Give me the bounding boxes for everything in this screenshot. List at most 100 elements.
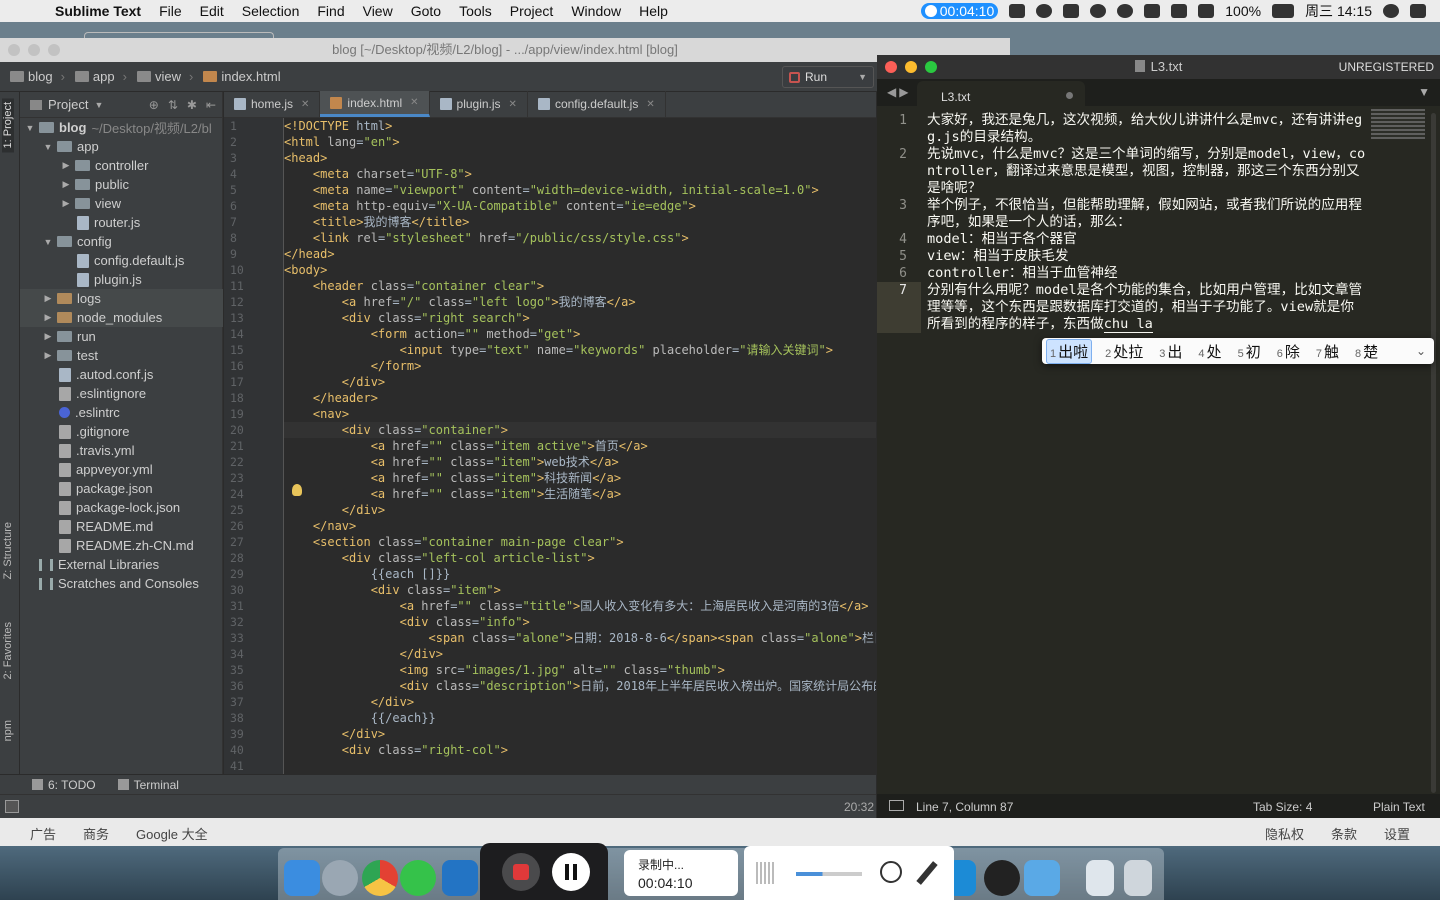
chevron-right-icon[interactable]: ▶	[42, 350, 54, 361]
code-line[interactable]: <div class="right-col">	[284, 742, 876, 758]
tree-item[interactable]: package.json	[20, 479, 223, 498]
menu-find[interactable]: Find	[308, 3, 353, 19]
text-line[interactable]: 先说mvc，什么是mvc？这是三个单词的缩写，分别是model，view，con…	[927, 146, 1367, 197]
code-line[interactable]: </div>	[284, 694, 876, 710]
ime-candidate[interactable]: 8楚	[1352, 340, 1381, 363]
code-line[interactable]: <div class="item">	[284, 582, 876, 598]
code-line[interactable]: </div>	[284, 502, 876, 518]
code-line[interactable]: <body>	[284, 262, 876, 278]
hide-panel-icon[interactable]: ⇤	[206, 98, 216, 112]
input-method-icon[interactable]	[1144, 4, 1161, 18]
chevron-right-icon[interactable]: ▶	[42, 312, 54, 323]
code-line[interactable]: <a href="" class="item">web技术</a>	[284, 454, 876, 470]
code-line[interactable]: <head>	[284, 150, 876, 166]
tree-item[interactable]: ▶ controller	[20, 156, 223, 175]
ide-zoom-button[interactable]	[48, 44, 60, 56]
ide-minimize-button[interactable]	[28, 44, 40, 56]
ide-close-button[interactable]	[8, 44, 20, 56]
sublime-close-button[interactable]	[885, 61, 897, 73]
code-line[interactable]: </head>	[284, 246, 876, 262]
documents-icon[interactable]	[1086, 860, 1114, 896]
code-line[interactable]: </header>	[284, 390, 876, 406]
tree-item[interactable]: README.md	[20, 517, 223, 536]
breadcrumb-index-html[interactable]: index.html	[203, 69, 281, 84]
code-line[interactable]: <img src="images/1.jpg" alt="" class="th…	[284, 662, 876, 678]
code-line[interactable]: <form action="" method="get">	[284, 326, 876, 342]
caret-position[interactable]: 20:32	[844, 800, 874, 814]
chevron-right-icon[interactable]: ▶	[60, 160, 72, 171]
tab-todo[interactable]: 6: TODO	[32, 778, 96, 792]
footer-link-privacy[interactable]: 隐私权	[1265, 824, 1304, 843]
sublime-vertical-scrollbar[interactable]	[1431, 113, 1436, 793]
chrome-icon[interactable]	[362, 860, 398, 896]
close-icon[interactable]: ✕	[646, 99, 654, 110]
ime-candidate[interactable]: 6除	[1274, 340, 1303, 363]
code-line[interactable]: <div class="left-col article-list">	[284, 550, 876, 566]
tree-item[interactable]: ▼ config	[20, 232, 223, 251]
code-line[interactable]: </div>	[284, 374, 876, 390]
tree-item[interactable]: package-lock.json	[20, 498, 223, 517]
tree-item[interactable]: ▶ node_modules	[20, 308, 223, 327]
tree-item[interactable]: .eslintignore	[20, 384, 223, 403]
chevron-right-icon[interactable]: ▶	[42, 293, 54, 304]
chevron-down-icon[interactable]: ▼	[42, 237, 54, 247]
ime-candidate[interactable]: 5初	[1235, 340, 1264, 363]
editor-tab[interactable]: plugin.js ✕	[430, 91, 528, 117]
tree-item[interactable]: router.js	[20, 213, 223, 232]
chevron-right-icon[interactable]: ▶	[42, 331, 54, 342]
tree-item[interactable]: .eslintrc	[20, 403, 223, 422]
run-configuration-select[interactable]: Run ▼	[782, 66, 874, 88]
code-line[interactable]: <div class="container">	[284, 422, 876, 438]
text-line[interactable]: 大家好，我还是兔几，这次视频，给大伙儿讲讲什么是mvc，还有讲讲egg.js的目…	[927, 112, 1367, 146]
code-line[interactable]: <input type="text" name="keywords" place…	[284, 342, 876, 358]
pen-icon[interactable]	[916, 861, 938, 885]
breadcrumb-app[interactable]: app ›	[74, 69, 127, 84]
wechat-app-icon[interactable]	[400, 860, 436, 896]
menu-help[interactable]: Help	[630, 3, 677, 19]
vscode-icon[interactable]	[442, 860, 478, 896]
status-tab-size[interactable]: Tab Size: 4	[1253, 800, 1312, 814]
editor-tab[interactable]: home.js ✕	[224, 91, 321, 117]
wifi-icon[interactable]	[1171, 4, 1188, 18]
sync-icon[interactable]	[1036, 4, 1053, 18]
stop-recording-button[interactable]	[502, 853, 540, 891]
tab-npm-tool[interactable]: npm	[2, 720, 14, 741]
code-line[interactable]: <html lang="en">	[284, 134, 876, 150]
code-line[interactable]	[284, 758, 876, 774]
tree-item[interactable]: ▶ run	[20, 327, 223, 346]
ime-candidate[interactable]: 3出	[1156, 340, 1185, 363]
battery-icon[interactable]	[1272, 4, 1295, 18]
code-line[interactable]: <div class="info">	[284, 614, 876, 630]
menu-tools[interactable]: Tools	[450, 3, 501, 19]
code-line[interactable]: <a href="" class="item active">首页</a>	[284, 438, 876, 454]
code-line[interactable]: <span class="alone">日期：2018-8-6</span><s…	[284, 630, 877, 646]
webcam-icon[interactable]	[880, 861, 902, 883]
code-line[interactable]: <meta name="viewport" content="width=dev…	[284, 182, 876, 198]
editor-tab[interactable]: config.default.js ✕	[528, 91, 666, 117]
chevron-down-icon[interactable]: ▼	[42, 142, 54, 152]
sublime-zoom-button[interactable]	[925, 61, 937, 73]
tree-item[interactable]: Scratches and Consoles	[20, 574, 223, 593]
text-line[interactable]: controller：相当于血管神经	[927, 265, 1367, 282]
menu-app-name[interactable]: Sublime Text	[46, 3, 150, 19]
text-line[interactable]: view：相当于皮肤毛发	[927, 248, 1367, 265]
wechat-icon[interactable]	[1090, 4, 1107, 18]
sublime-text-area[interactable]: 大家好，我还是兔几，这次视频，给大伙儿讲讲什么是mvc，还有讲讲egg.js的目…	[927, 112, 1367, 333]
code-line[interactable]: <a href="" class="item">科技新闻</a>	[284, 470, 876, 486]
tree-item[interactable]: .gitignore	[20, 422, 223, 441]
code-line[interactable]: <a href="/" class="left logo">我的博客</a>	[284, 294, 876, 310]
ime-candidate[interactable]: 7触	[1313, 340, 1342, 363]
chevron-right-icon[interactable]: ▶	[60, 179, 72, 190]
tree-item[interactable]: ▶ public	[20, 175, 223, 194]
code-line[interactable]: <!DOCTYPE html>	[284, 118, 876, 134]
notification-center-icon[interactable]	[1410, 4, 1426, 18]
code-line[interactable]: </div>	[284, 646, 876, 662]
code-line[interactable]: <header class="container clear">	[284, 278, 876, 294]
qq-icon[interactable]	[984, 860, 1020, 896]
menu-selection[interactable]: Selection	[233, 3, 309, 19]
clock[interactable]: 周三 14:15	[1305, 1, 1372, 21]
tree-item[interactable]: config.default.js	[20, 251, 223, 270]
code-line[interactable]: </nav>	[284, 518, 876, 534]
breadcrumb-view[interactable]: view ›	[136, 69, 193, 84]
collapse-icon[interactable]: ⇅	[168, 98, 178, 112]
